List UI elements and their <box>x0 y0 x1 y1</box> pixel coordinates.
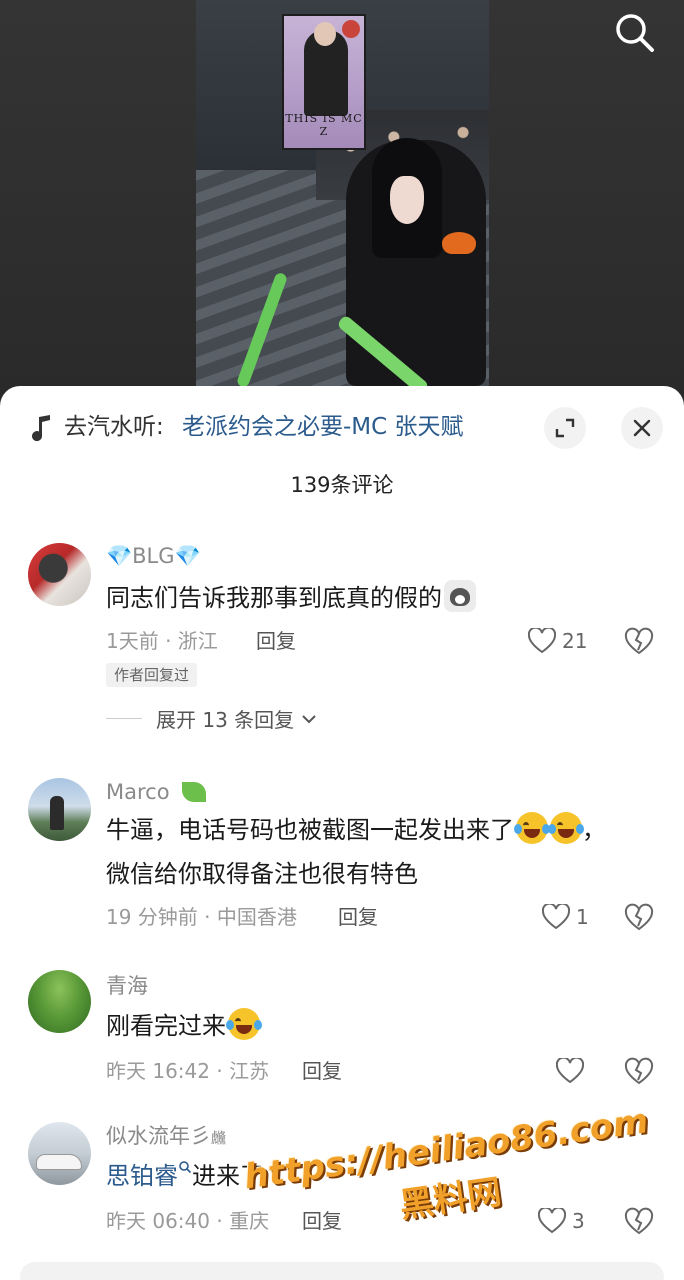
comment-meta: 19 分钟前 · 中国香港 <box>106 905 297 929</box>
username-text: 似水流年彡 <box>106 1124 211 1148</box>
comment-text-line2: 微信给你取得备注也很有特色 <box>106 860 418 888</box>
tears-of-joy-emoji-icon <box>548 812 584 844</box>
heart-icon <box>542 904 570 930</box>
search-small-icon <box>179 1161 192 1174</box>
heart-icon <box>556 1058 584 1084</box>
broken-heart-icon[interactable] <box>624 1056 654 1086</box>
reply-button[interactable]: 回复 <box>338 903 378 931</box>
username-text: Marco <box>106 780 170 804</box>
reply-button[interactable]: 回复 <box>302 1057 342 1085</box>
heart-icon <box>528 628 556 654</box>
chevron-down-icon <box>302 714 316 723</box>
avatar[interactable] <box>28 1122 91 1185</box>
leaf-icon <box>182 782 207 802</box>
concert-poster: THIS IS MC Z <box>282 14 366 150</box>
broken-heart-icon[interactable] <box>624 902 654 932</box>
mention-link[interactable]: 思铂睿 <box>106 1162 178 1190</box>
comment-text-body: 进来了 <box>192 1162 264 1190</box>
comment-text: 牛逼，电话号码也被截图一起发出来了 ， 微信给你取得备注也很有特色 <box>106 808 666 896</box>
music-row[interactable]: 去汽水听: 老派约会之必要-MC 张天赋 <box>0 386 684 470</box>
comment-text-line1-end: ， <box>582 816 606 844</box>
poster-head <box>314 22 336 46</box>
poster-text: THIS IS MC Z <box>285 112 363 138</box>
search-button[interactable] <box>612 10 658 56</box>
husky-emoji-icon <box>444 580 476 612</box>
username[interactable]: 💎BLG💎 <box>106 542 201 570</box>
poster-badge <box>342 20 360 38</box>
comment-item: Marco 牛逼，电话号码也被截图一起发出来了 ， 微信给你取得备注也很有特色 1… <box>0 776 684 946</box>
music-note-icon <box>32 415 50 442</box>
avatar[interactable] <box>28 970 91 1033</box>
hoodie-patch <box>442 232 476 254</box>
username[interactable]: 似水流年彡虪 <box>106 1122 226 1152</box>
comment-text: 同志们告诉我那事到底真的假的 <box>106 576 666 620</box>
broken-heart-icon[interactable] <box>624 1206 654 1236</box>
like-count: 21 <box>562 629 588 653</box>
expand-replies-label: 展开 13 条回复 <box>156 708 295 732</box>
music-title-link[interactable]: 老派约会之必要-MC 张天赋 <box>182 412 464 442</box>
expand-button[interactable] <box>544 407 586 449</box>
search-icon <box>616 14 654 52</box>
expand-icon <box>555 418 575 438</box>
comment-meta: 昨天 16:42 · 江苏 <box>106 1059 270 1083</box>
close-button[interactable] <box>621 407 663 449</box>
username-suffix: 虪 <box>211 1129 227 1147</box>
comment-text-body: 同志们告诉我那事到底真的假的 <box>106 584 442 612</box>
comment-text-body: 刚看完过来 <box>106 1012 226 1040</box>
like-count: 3 <box>572 1209 585 1233</box>
comment-item: 似水流年彡虪 思铂睿 进来了 昨天 06:40 · 重庆 回复 3 <box>0 1120 684 1244</box>
like-button[interactable]: 1 <box>542 902 589 932</box>
like-count: 1 <box>576 905 589 929</box>
reply-button[interactable]: 回复 <box>256 627 296 655</box>
avatar[interactable] <box>28 543 91 606</box>
video-area[interactable]: THIS IS MC Z <box>0 0 684 400</box>
tears-of-joy-emoji-icon <box>226 1008 262 1040</box>
comment-text: 思铂睿 进来了 <box>106 1154 666 1198</box>
comment-item: 💎BLG💎 同志们告诉我那事到底真的假的 1天前 · 浙江 回复 21 作者回复… <box>0 536 684 736</box>
comment-count: 139条评论 <box>290 473 394 497</box>
broken-heart-icon[interactable] <box>624 626 654 656</box>
like-button[interactable]: 3 <box>538 1206 585 1236</box>
reply-button[interactable]: 回复 <box>302 1207 342 1235</box>
divider-line <box>106 718 142 719</box>
comment-meta: 1天前 · 浙江 <box>106 629 218 653</box>
avatar[interactable] <box>28 778 91 841</box>
username[interactable]: 青海 <box>106 972 148 1000</box>
like-button[interactable] <box>556 1056 590 1086</box>
author-replied-tag: 作者回复过 <box>106 663 198 687</box>
username[interactable]: Marco <box>106 778 207 806</box>
close-icon <box>633 419 651 437</box>
video-frame[interactable]: THIS IS MC Z <box>196 0 489 386</box>
comment-meta: 昨天 06:40 · 重庆 <box>106 1209 270 1233</box>
expand-replies-button[interactable]: 展开 13 条回复 <box>106 704 318 733</box>
comment-text: 刚看完过来 <box>106 1004 666 1048</box>
comments-sheet: 去汽水听: 老派约会之必要-MC 张天赋 139条评论 💎BLG💎 同志们告诉我… <box>0 386 684 1280</box>
heart-icon <box>538 1208 566 1234</box>
comment-item: 青海 刚看完过来 昨天 16:42 · 江苏 回复 <box>0 970 684 1090</box>
like-button[interactable]: 21 <box>528 626 587 656</box>
comment-input-bar[interactable] <box>20 1262 664 1280</box>
music-prefix: 去汽水听: <box>64 414 164 440</box>
tears-of-joy-emoji-icon <box>514 812 550 844</box>
comment-text-line1: 牛逼，电话号码也被截图一起发出来了 <box>106 816 514 844</box>
face <box>390 176 424 224</box>
